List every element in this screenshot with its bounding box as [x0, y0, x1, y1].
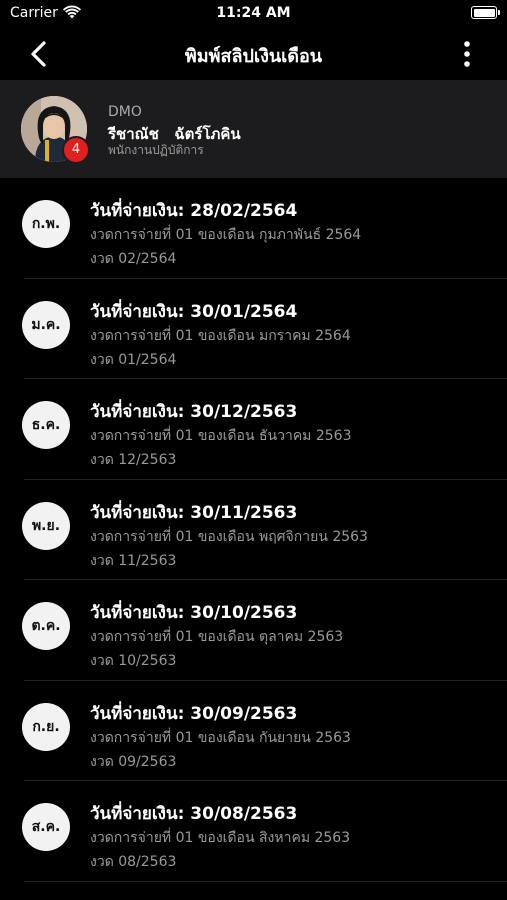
chevron-left-icon: [31, 41, 46, 67]
more-button[interactable]: [455, 38, 479, 70]
payment-date: วันที่จ่ายเงิน: 28/02/2564: [90, 201, 298, 221]
month-badge: ก.พ.: [22, 200, 70, 248]
payslip-list: ก.พ. วันที่จ่ายเงิน: 28/02/2564 งวดการจ่…: [0, 178, 507, 882]
payment-date: วันที่จ่ายเงิน: 30/11/2563: [90, 502, 298, 523]
payslip-row[interactable]: ต.ค. วันที่จ่ายเงิน: 30/10/2563 งวดการจ่…: [0, 580, 507, 681]
payslip-row[interactable]: ก.พ. วันที่จ่ายเงิน: 28/02/2564 งวดการจ่…: [0, 178, 507, 279]
payment-date: วันที่จ่ายเงิน: 30/10/2563: [90, 603, 298, 623]
payment-date: วันที่จ่ายเงิน: 30/08/2563: [90, 804, 298, 824]
month-badge: พ.ย.: [22, 501, 70, 550]
month-badge: ส.ค.: [22, 803, 70, 851]
payment-description: งวดการจ่ายที่ 01 ของเดือน กันยายน 2563: [90, 729, 351, 746]
payment-period: งวด 02/2564: [90, 251, 177, 267]
page-title: พิมพ์สลิปเงินเดือน: [184, 46, 323, 67]
nav-bar: พิมพ์สลิปเงินเดือน: [0, 30, 507, 78]
payment-description: งวดการจ่ายที่ 01 ของเดือน กุมภาพันธ์ 256…: [90, 227, 362, 243]
payment-description: งวดการจ่ายที่ 01 ของเดือน ตุลาคม 2563: [90, 629, 344, 645]
month-badge: ธ.ค.: [22, 401, 70, 449]
battery-icon: [471, 6, 500, 19]
payment-description: งวดการจ่ายที่ 01 ของเดือน สิงหาคม 2563: [90, 830, 351, 846]
payment-description: งวดการจ่ายที่ 01 ของเดือน ธันวาคม 2563: [90, 428, 352, 444]
payslip-row[interactable]: ม.ค. วันที่จ่ายเงิน: 30/01/2564 งวดการจ่…: [0, 279, 507, 380]
month-badge: ม.ค.: [22, 300, 70, 349]
status-time: 11:24 AM: [216, 5, 291, 21]
notification-badge: 4: [62, 136, 90, 164]
payment-period: งวด 01/2564: [90, 351, 177, 368]
payment-date: วันที่จ่ายเงิน: 30/01/2564: [90, 301, 298, 322]
status-bar: Carrier 11:24 AM: [0, 0, 507, 30]
payment-period: งวด 12/2563: [90, 452, 177, 468]
payment-date: วันที่จ่ายเงิน: 30/12/2563: [90, 402, 298, 422]
payment-period: งวด 11/2563: [90, 552, 177, 569]
employee-role: พนักงานปฏิบัติการ: [108, 143, 204, 157]
payment-description: งวดการจ่ายที่ 01 ของเดือน พฤศจิกายน 2563: [90, 528, 368, 545]
employee-code: DMO: [108, 104, 142, 120]
back-button[interactable]: [26, 38, 54, 70]
payment-period: งวด 09/2563: [90, 753, 177, 770]
payment-description: งวดการจ่ายที่ 01 ของเดือน มกราคม 2564: [90, 327, 351, 344]
month-badge: ก.ย.: [22, 702, 70, 751]
payment-period: งวด 10/2563: [90, 653, 177, 669]
payment-period: งวด 08/2563: [90, 854, 177, 870]
payslip-row[interactable]: ก.ย. วันที่จ่ายเงิน: 30/09/2563 งวดการจ่…: [0, 681, 507, 782]
payment-date: วันที่จ่ายเงิน: 30/09/2563: [90, 703, 298, 724]
payslip-row[interactable]: ธ.ค. วันที่จ่ายเงิน: 30/12/2563 งวดการจ่…: [0, 379, 507, 480]
payslip-row[interactable]: ส.ค. วันที่จ่ายเงิน: 30/08/2563 งวดการจ่…: [0, 781, 507, 882]
profile-card: 4: [0, 80, 507, 178]
payslip-row[interactable]: พ.ย. วันที่จ่ายเงิน: 30/11/2563 งวดการจ่…: [0, 480, 507, 581]
month-badge: ต.ค.: [22, 602, 70, 650]
more-vertical-icon: [464, 41, 470, 67]
